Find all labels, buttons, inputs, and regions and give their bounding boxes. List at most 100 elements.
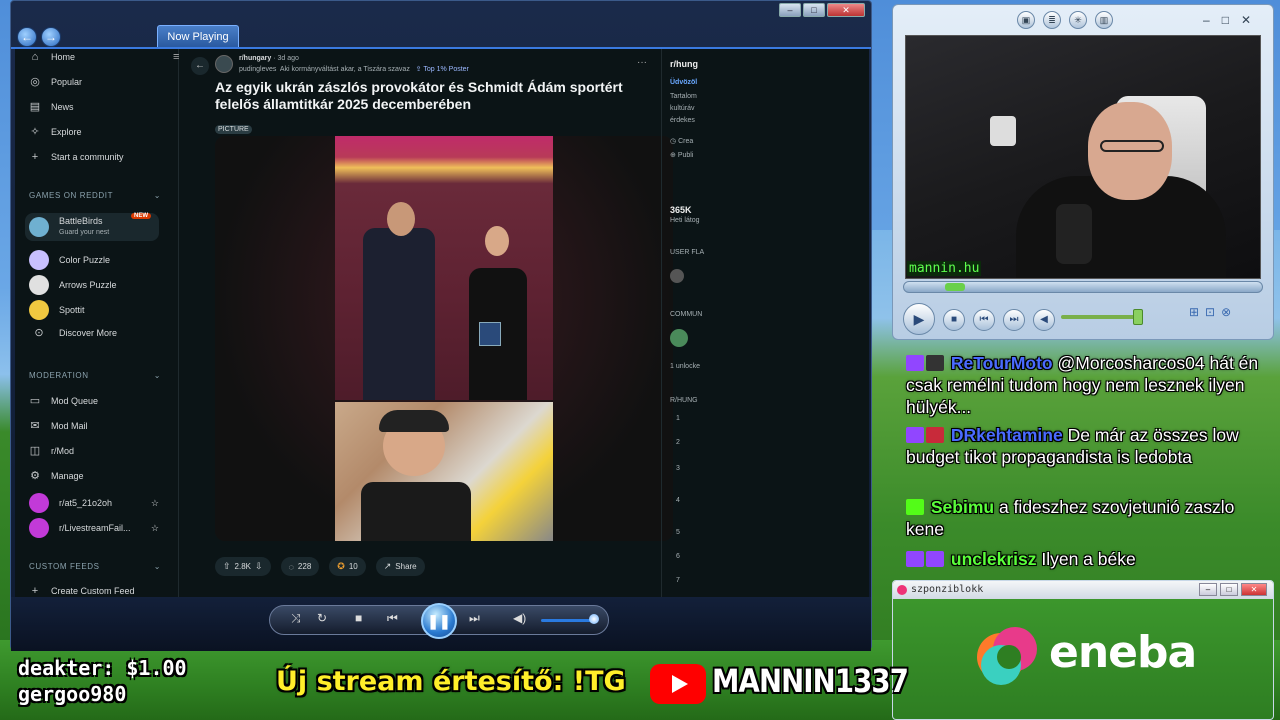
sidebar-item-label: News [51, 102, 74, 112]
volume-thumb[interactable] [1133, 309, 1143, 325]
award-button[interactable]: ✪ 10 [329, 557, 366, 576]
explore-icon: ✧ [30, 126, 40, 138]
sidebar-item-manage[interactable]: ⚙ Manage [29, 470, 83, 482]
playlist-icon[interactable]: ≣ [1043, 11, 1061, 29]
battlebirds-icon [29, 217, 49, 237]
previous-icon[interactable]: ⏮ [387, 611, 398, 626]
share-button[interactable]: ↗ Share [375, 557, 425, 576]
sidebar-item-home[interactable]: ⌂ Home [29, 51, 75, 63]
seek-thumb[interactable] [945, 283, 965, 291]
star-icon[interactable]: ☆ [151, 523, 159, 534]
user-avatar[interactable] [670, 269, 684, 283]
sidebar-item-mod-mail[interactable]: ✉ Mod Mail [29, 420, 87, 432]
sidebar-item-battlebirds[interactable]: BattleBirds Guard your nest NEW [25, 213, 159, 241]
kick-icon [906, 499, 924, 515]
moderation-heading[interactable]: MODERATION ⌄ [29, 371, 161, 380]
stop-icon[interactable]: ■ [355, 611, 362, 625]
pause-button[interactable]: ❚❚ [421, 603, 457, 639]
chevron-down-icon: ⌄ [153, 371, 161, 380]
sponsor-window: szponziblokk – □ ✕ eneba [892, 580, 1274, 720]
sidebar-item-color-puzzle[interactable]: Color Puzzle [29, 250, 110, 270]
upvote-icon[interactable]: ⇧ [223, 561, 231, 572]
games-heading[interactable]: GAMES ON REDDIT ⌄ [29, 191, 161, 200]
subreddit-avatar[interactable] [215, 55, 233, 73]
post-image[interactable] [215, 136, 673, 541]
user-badge-icon [926, 427, 944, 443]
community-desc: érdekes [670, 117, 695, 124]
volume-slider[interactable] [541, 619, 595, 622]
author-link[interactable]: pudingleves [239, 66, 276, 73]
minimize-button[interactable]: – [779, 3, 801, 17]
sidebar-item-livestreamfail[interactable]: r/LivestreamFail... ☆ [29, 518, 159, 538]
chat-message: ReTourMoto @Morcosharcos04 hát én csak r… [906, 352, 1274, 418]
rules-heading: R/HUNG [670, 397, 698, 404]
sidebar-item-start-community[interactable]: + Start a community [29, 151, 124, 163]
view-mode-icons[interactable]: ⊞⊡⊗ [1189, 305, 1237, 319]
next-icon[interactable]: ⏭ [469, 611, 480, 626]
sidebar-item-arrows-puzzle[interactable]: Arrows Puzzle [29, 275, 117, 295]
plus-icon: + [31, 151, 39, 163]
sidebar-item-discover-more[interactable]: ⊙ Discover More [29, 327, 117, 339]
visualization-icon[interactable]: ✳ [1069, 11, 1087, 29]
window-icon [897, 585, 907, 595]
back-icon[interactable]: ← [191, 57, 209, 75]
forward-arrow-icon[interactable]: → [41, 27, 61, 47]
previous-icon[interactable]: ⏮ [973, 309, 995, 331]
stop-icon[interactable]: ■ [943, 309, 965, 331]
volume-knob[interactable] [589, 614, 599, 624]
rule-number[interactable]: 4 [676, 497, 680, 504]
tab-now-playing[interactable]: Now Playing [157, 25, 239, 47]
rule-number[interactable]: 6 [676, 553, 680, 560]
sidebar-item-mod-queue[interactable]: ▭ Mod Queue [29, 395, 98, 407]
close-button[interactable]: ✕ [827, 3, 865, 17]
photo-event [335, 136, 553, 400]
post-title[interactable]: Az egyik ukrán zászlós provokátor és Sch… [215, 79, 635, 113]
sponsor-title: szponziblokk [911, 584, 984, 595]
vote-control[interactable]: ⇧ 2.8K ⇩ [215, 557, 271, 576]
rule-number[interactable]: 3 [676, 465, 680, 472]
rule-number[interactable]: 7 [676, 577, 680, 584]
comment-count: 228 [297, 562, 312, 571]
repeat-icon[interactable]: ↻ [317, 611, 327, 625]
back-arrow-icon[interactable]: ← [17, 27, 37, 47]
rule-number[interactable]: 1 [676, 415, 680, 422]
window-controls[interactable]: –□✕ [1203, 13, 1263, 27]
chat-message: DRkehtamine De már az összes low budget … [906, 424, 1274, 468]
chat-username: unclekrisz [950, 549, 1037, 569]
community-title[interactable]: r/hung [670, 59, 698, 69]
sidebar-item-popular[interactable]: ◎ Popular [29, 76, 82, 88]
maximize-button[interactable]: □ [1220, 583, 1238, 596]
rule-number[interactable]: 5 [676, 529, 680, 536]
twitch-icon [906, 355, 924, 371]
volume-slider[interactable] [1061, 315, 1141, 319]
play-button[interactable]: ▶ [903, 303, 935, 335]
mute-icon[interactable]: ◀ [1033, 309, 1055, 331]
sidebar-item-r-mod[interactable]: ◫ r/Mod [29, 445, 74, 457]
sidebar-item-spottit[interactable]: Spottit [29, 300, 85, 320]
custom-feeds-heading[interactable]: CUSTOM FEEDS ⌄ [29, 562, 161, 571]
subreddit-link[interactable]: r/hungary [239, 55, 271, 62]
more-options-icon[interactable]: ··· [637, 57, 647, 68]
close-button[interactable]: ✕ [1241, 583, 1267, 596]
shuffle-icon[interactable]: ⤨ [291, 611, 301, 626]
rule-number[interactable]: 2 [676, 439, 680, 446]
next-icon[interactable]: ⏭ [1003, 309, 1025, 331]
sidebar-item-news[interactable]: ▤ News [29, 101, 74, 113]
minimize-button[interactable]: – [1199, 583, 1217, 596]
equalizer-icon[interactable]: ▥ [1095, 11, 1113, 29]
player-toolbar: ▣ ≣ ✳ ▥ [1017, 11, 1113, 29]
star-icon[interactable]: ☆ [151, 498, 159, 509]
maximize-button[interactable]: □ [803, 3, 825, 17]
r-mod-icon: ◫ [29, 445, 41, 457]
downvote-icon[interactable]: ⇩ [255, 561, 263, 572]
comments-button[interactable]: ◌ 228 [280, 557, 320, 576]
user-badge-icon [926, 355, 944, 371]
menu-icon[interactable]: ≡ [173, 51, 179, 63]
author-flair: Aki kormányváltást akar, a Tiszára szava… [279, 66, 410, 73]
sidebar-item-create-feed[interactable]: + Create Custom Feed [29, 585, 135, 597]
sidebar-item-at5[interactable]: r/at5_21o2oh ☆ [29, 493, 159, 513]
sidebar-item-explore[interactable]: ✧ Explore [29, 126, 81, 138]
volume-icon[interactable]: ◀) [513, 611, 526, 625]
library-icon[interactable]: ▣ [1017, 11, 1035, 29]
post-flair[interactable]: PICTURE [215, 125, 252, 134]
